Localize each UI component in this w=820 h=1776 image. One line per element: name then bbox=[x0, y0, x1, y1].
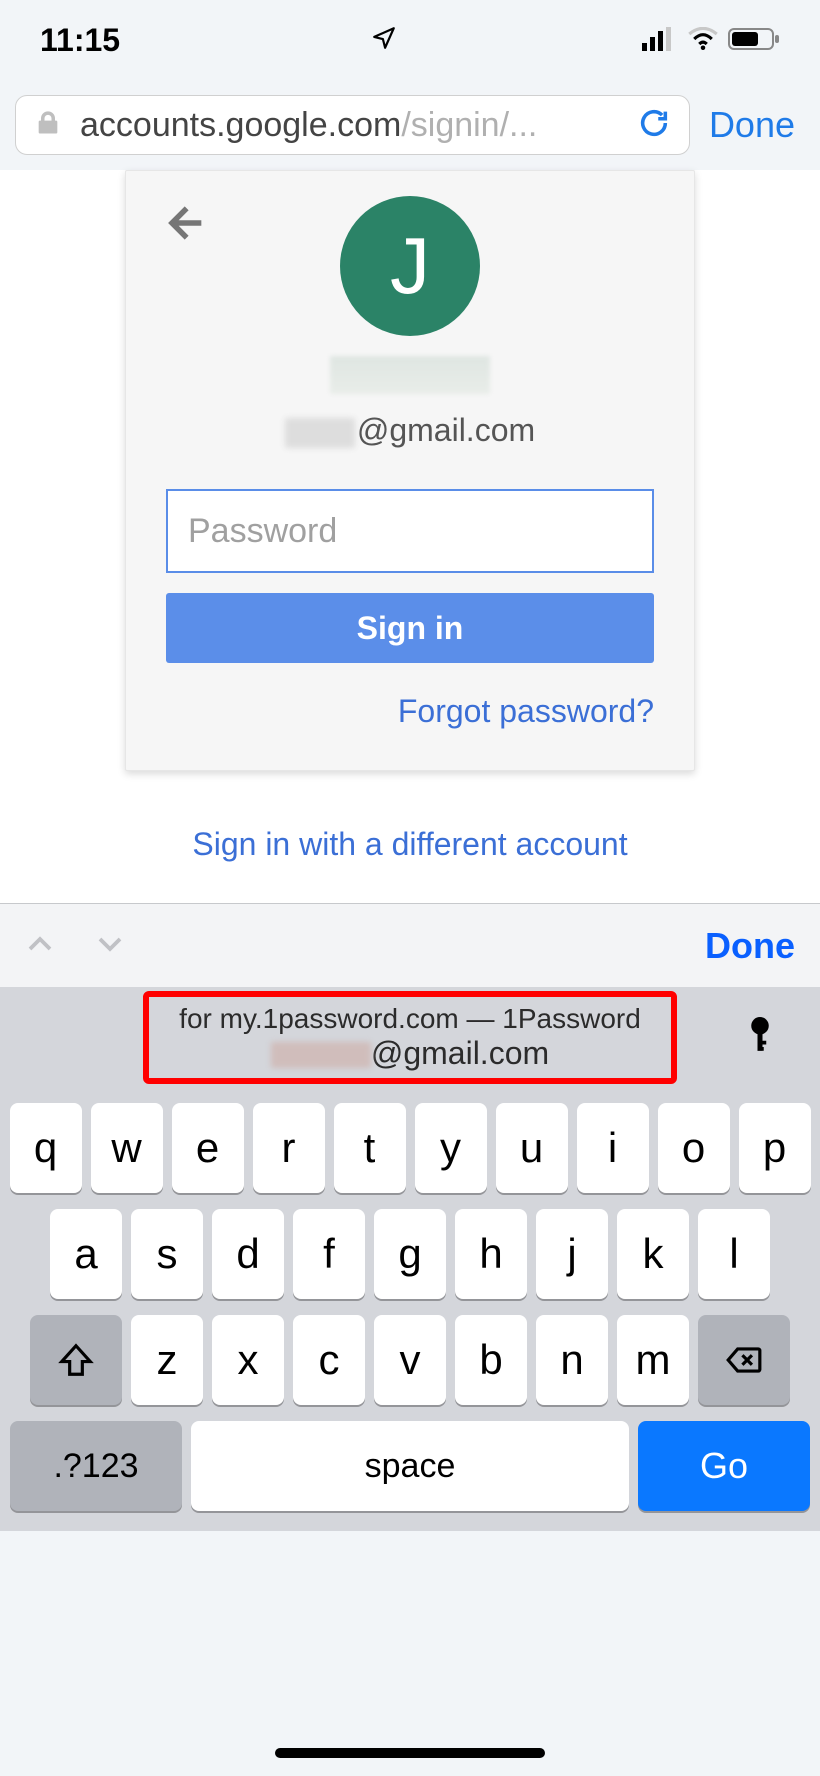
autofill-line2: @gmail.com bbox=[179, 1035, 641, 1072]
autofill-line1: for my.1password.com — 1Password bbox=[179, 1003, 641, 1035]
status-time: 11:15 bbox=[40, 22, 120, 59]
key-j[interactable]: j bbox=[536, 1209, 608, 1299]
avatar: J bbox=[340, 196, 480, 336]
key-backspace[interactable] bbox=[698, 1315, 790, 1405]
url-text: accounts.google.com/signin/... bbox=[80, 106, 619, 145]
key-q[interactable]: q bbox=[10, 1103, 82, 1193]
key-r[interactable]: r bbox=[253, 1103, 325, 1193]
key-numbers[interactable]: .?123 bbox=[10, 1421, 182, 1511]
key-l[interactable]: l bbox=[698, 1209, 770, 1299]
key-b[interactable]: b bbox=[455, 1315, 527, 1405]
key-n[interactable]: n bbox=[536, 1315, 608, 1405]
key-i[interactable]: i bbox=[577, 1103, 649, 1193]
redacted-email-user bbox=[285, 418, 355, 448]
keyboard-row-3: z x c v b n m bbox=[0, 1315, 820, 1405]
key-go[interactable]: Go bbox=[638, 1421, 810, 1511]
lock-icon bbox=[34, 109, 62, 142]
avatar-initial: J bbox=[390, 220, 430, 312]
key-s[interactable]: s bbox=[131, 1209, 203, 1299]
key-m[interactable]: m bbox=[617, 1315, 689, 1405]
keyboard: for my.1password.com — 1Password @gmail.… bbox=[0, 987, 820, 1531]
key-d[interactable]: d bbox=[212, 1209, 284, 1299]
key-g[interactable]: g bbox=[374, 1209, 446, 1299]
key-shift[interactable] bbox=[30, 1315, 122, 1405]
wifi-icon bbox=[688, 22, 718, 59]
key-o[interactable]: o bbox=[658, 1103, 730, 1193]
next-field-icon[interactable] bbox=[95, 926, 125, 966]
status-right bbox=[642, 22, 780, 59]
keyboard-accessory-bar: Done bbox=[0, 903, 820, 987]
key-f[interactable]: f bbox=[293, 1209, 365, 1299]
forgot-password-link[interactable]: Forgot password? bbox=[166, 693, 654, 730]
key-y[interactable]: y bbox=[415, 1103, 487, 1193]
redacted-autofill-user bbox=[271, 1042, 371, 1068]
key-a[interactable]: a bbox=[50, 1209, 122, 1299]
passwords-key-icon[interactable] bbox=[745, 1016, 775, 1059]
status-bar: 11:15 bbox=[0, 0, 820, 80]
different-account-link[interactable]: Sign in with a different account bbox=[0, 826, 820, 863]
battery-icon bbox=[728, 22, 780, 59]
keyboard-row-4: .?123 space Go bbox=[0, 1421, 820, 1511]
key-w[interactable]: w bbox=[91, 1103, 163, 1193]
cellular-icon bbox=[642, 22, 678, 59]
address-bar[interactable]: accounts.google.com/signin/... bbox=[15, 95, 690, 155]
redacted-name bbox=[330, 356, 490, 394]
location-icon bbox=[371, 22, 397, 59]
key-e[interactable]: e bbox=[172, 1103, 244, 1193]
address-bar-container: accounts.google.com/signin/... Done bbox=[0, 80, 820, 170]
key-space[interactable]: space bbox=[191, 1421, 629, 1511]
key-v[interactable]: v bbox=[374, 1315, 446, 1405]
autofill-suggestion[interactable]: for my.1password.com — 1Password @gmail.… bbox=[143, 991, 677, 1084]
password-input[interactable] bbox=[166, 489, 654, 573]
prev-field-icon[interactable] bbox=[25, 926, 55, 966]
signin-card: J @gmail.com Sign in Forgot password? bbox=[125, 170, 695, 771]
back-arrow-icon[interactable] bbox=[161, 201, 205, 250]
keyboard-done-button[interactable]: Done bbox=[705, 925, 795, 967]
key-k[interactable]: k bbox=[617, 1209, 689, 1299]
key-z[interactable]: z bbox=[131, 1315, 203, 1405]
keyboard-row-2: a s d f g h j k l bbox=[0, 1209, 820, 1299]
key-u[interactable]: u bbox=[496, 1103, 568, 1193]
key-p[interactable]: p bbox=[739, 1103, 811, 1193]
account-email: @gmail.com bbox=[166, 412, 654, 449]
key-c[interactable]: c bbox=[293, 1315, 365, 1405]
home-indicator[interactable] bbox=[275, 1748, 545, 1758]
browser-done-button[interactable]: Done bbox=[704, 104, 805, 146]
key-h[interactable]: h bbox=[455, 1209, 527, 1299]
key-x[interactable]: x bbox=[212, 1315, 284, 1405]
autofill-suggestion-row: for my.1password.com — 1Password @gmail.… bbox=[0, 987, 820, 1087]
signin-button[interactable]: Sign in bbox=[166, 593, 654, 663]
keyboard-row-1: q w e r t y u i o p bbox=[0, 1103, 820, 1193]
key-t[interactable]: t bbox=[334, 1103, 406, 1193]
reload-icon[interactable] bbox=[637, 106, 671, 145]
page-content: J @gmail.com Sign in Forgot password? Si… bbox=[0, 170, 820, 903]
